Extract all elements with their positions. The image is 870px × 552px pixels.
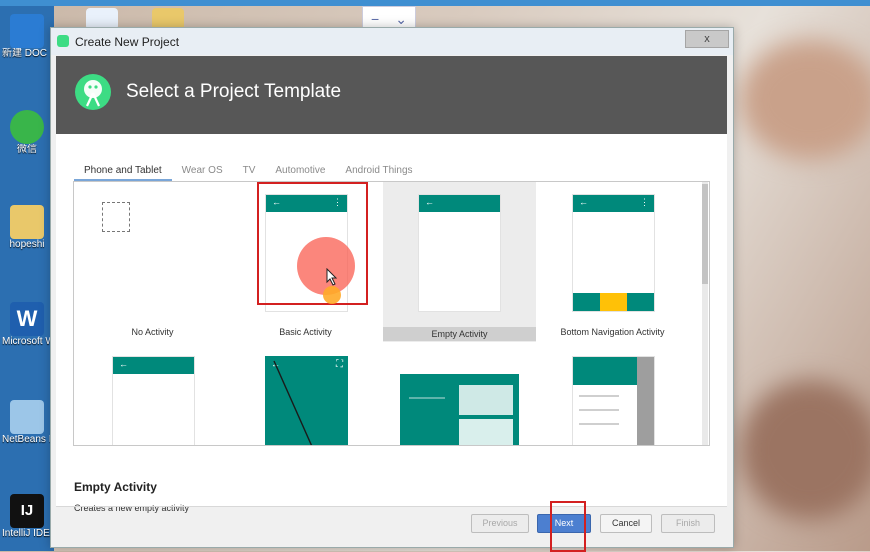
template-tile[interactable]: ⋮ (536, 344, 689, 445)
tab-automotive[interactable]: Automotive (265, 161, 335, 181)
template-label: No Activity (131, 327, 174, 337)
app-bar-preview: ← (113, 357, 194, 374)
mouse-cursor-icon (326, 268, 338, 286)
template-preview: ← ⛶ (265, 356, 348, 445)
bottom-nav-preview (573, 293, 654, 311)
click-indicator (323, 286, 341, 304)
app-bar-preview: ← (419, 195, 500, 212)
desktop-icon-column (0, 6, 54, 551)
template-label: Bottom Navigation Activity (560, 327, 665, 337)
template-empty-activity[interactable]: ← Empty Activity (383, 182, 536, 342)
template-no-activity[interactable]: No Activity (76, 182, 229, 342)
title-bar[interactable]: Create New Project x (51, 28, 733, 55)
drawer-item-preview (579, 409, 619, 411)
preview-line (409, 397, 445, 399)
word-icon: W (10, 302, 44, 336)
intellij-icon: IJ (10, 494, 44, 528)
template-preview: ⋮ (572, 356, 655, 445)
back-arrow-icon: ← (579, 197, 588, 207)
desktop-icon-word[interactable]: W Microsoft Word 2016 (2, 302, 52, 348)
template-preview: ← (418, 194, 501, 312)
finish-button[interactable]: Finish (661, 514, 715, 533)
template-description-text: Creates a new empty activity (74, 503, 190, 513)
back-arrow-icon: ← (425, 197, 434, 207)
template-grid: No Activity ← ⋮ Basic Activity ← Empty A… (73, 181, 710, 446)
netbeans-icon (10, 400, 44, 434)
category-tabs: Phone and Tablet Wear OS TV Automotive A… (74, 161, 423, 181)
desktop-icon-label: 新建 DOC 文档 (2, 48, 52, 59)
desktop-top-strip (0, 0, 870, 6)
window-title: Create New Project (75, 35, 180, 49)
template-label: Empty Activity (383, 327, 536, 341)
android-studio-icon (57, 35, 69, 47)
template-tile[interactable]: ← (76, 344, 229, 445)
next-button-highlight (550, 501, 586, 552)
desktop-icon-doc[interactable]: 新建 DOC 文档 (2, 14, 52, 60)
template-preview (400, 374, 519, 445)
wechat-icon (10, 110, 44, 144)
drawer-item-preview (579, 423, 619, 425)
desktop-icon-wechat[interactable]: 微信 (2, 110, 52, 156)
template-label: Basic Activity (279, 327, 332, 337)
desktop-icon-label: Microsoft Word 2016 (2, 336, 52, 347)
chevron-down-icon[interactable]: ⌄ (395, 11, 407, 28)
template-preview: ← (112, 356, 195, 445)
template-tile[interactable]: ← ⛶ (229, 344, 382, 445)
template-preview: ← ⋮ (572, 194, 655, 312)
tab-phone-and-tablet[interactable]: Phone and Tablet (74, 161, 172, 181)
desktop-icon-label: hopeshi (9, 239, 45, 250)
close-button[interactable]: x (685, 30, 729, 48)
desktop-icon-label: NetBeans IDE 8.2 (2, 434, 52, 445)
template-tile[interactable] (383, 344, 536, 445)
drawer-item-preview (579, 395, 619, 397)
desktop-icon-folder[interactable]: hopeshi (2, 205, 52, 251)
desktop-icon-intellij[interactable]: IJ IntelliJ IDEA (2, 494, 52, 540)
drawer-header-preview (573, 357, 637, 385)
app-bar-preview: ← ⋮ (573, 195, 654, 212)
desktop-icon-label: 微信 (17, 144, 37, 155)
template-description-title: Empty Activity (74, 480, 157, 494)
bottom-nav-active-item (600, 293, 627, 311)
desktop-icon-label: IntelliJ IDEA (2, 528, 52, 539)
template-grid-scrollbar[interactable] (702, 182, 708, 445)
desktop-wallpaper-blob (740, 380, 870, 520)
preview-content-block (459, 385, 513, 415)
folder-icon (10, 205, 44, 239)
cancel-button[interactable]: Cancel (600, 514, 652, 533)
preview-content-block (459, 419, 513, 445)
more-icon: ⋮ (640, 197, 649, 207)
content-area: Phone and Tablet Wear OS TV Automotive A… (56, 134, 727, 513)
tab-tv[interactable]: TV (233, 161, 266, 181)
create-project-dialog: Create New Project x Select a Project Te… (50, 27, 734, 548)
empty-placeholder-icon (102, 202, 130, 232)
desktop-wallpaper-blob (740, 40, 870, 160)
diagonal-line-icon (273, 360, 313, 445)
desktop-icon-netbeans[interactable]: NetBeans IDE 8.2 (2, 400, 52, 446)
drawer-scrim-preview (637, 357, 654, 445)
minus-icon[interactable]: − (371, 11, 379, 27)
footer-divider (56, 506, 727, 507)
page-title: Select a Project Template (126, 81, 342, 102)
template-bottom-navigation-activity[interactable]: ← ⋮ Bottom Navigation Activity (536, 182, 689, 342)
tab-wear-os[interactable]: Wear OS (172, 161, 233, 181)
android-logo-icon (75, 74, 111, 110)
previous-button[interactable]: Previous (471, 514, 529, 533)
header-banner: Select a Project Template (56, 56, 727, 134)
scrollbar-thumb[interactable] (702, 184, 708, 284)
back-arrow-icon: ← (119, 359, 128, 369)
tab-android-things[interactable]: Android Things (335, 161, 422, 181)
click-indicator (297, 237, 355, 295)
document-icon (10, 14, 44, 48)
